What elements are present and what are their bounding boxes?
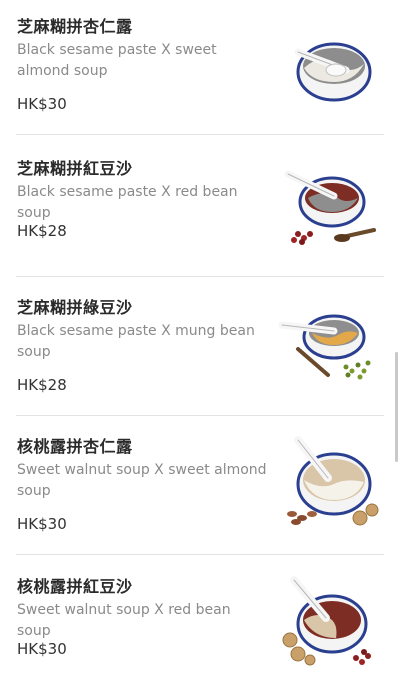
item-price: HK$30 [17, 515, 67, 533]
sesame-mung-bean-soup-icon [278, 314, 371, 380]
sesame-red-bean-soup-icon [284, 170, 376, 245]
menu-item-sesame-red-bean[interactable]: 芝麻糊拼紅豆沙 Black sesame paste X red bean so… [0, 138, 400, 277]
item-title: 核桃露拼杏仁露 [17, 437, 133, 456]
walnut-almond-soup-icon [287, 436, 379, 526]
item-description: Black sesame paste X sweet almond soup [17, 42, 217, 79]
item-title: 芝麻糊拼紅豆沙 [17, 159, 133, 178]
item-description: Black sesame paste X mung bean soup [17, 323, 255, 360]
item-price: HK$30 [17, 640, 67, 658]
sesame-almond-soup-icon [294, 42, 372, 102]
walnut-red-bean-soup-icon [282, 576, 371, 666]
item-title: 核桃露拼紅豆沙 [17, 577, 133, 596]
menu-item-sesame-mung-bean[interactable]: 芝麻糊拼綠豆沙 Black sesame paste X mung bean s… [0, 277, 400, 416]
scrollbar[interactable] [395, 352, 398, 462]
menu-item-walnut-almond[interactable]: 核桃露拼杏仁露 Sweet walnut soup X sweet almond… [0, 416, 400, 555]
divider [16, 554, 384, 555]
menu-item-sesame-almond[interactable]: 芝麻糊拼杏仁露 Black sesame paste X sweet almon… [0, 0, 400, 135]
item-description: Sweet walnut soup X red bean soup [17, 602, 231, 639]
item-title: 芝麻糊拼綠豆沙 [17, 298, 133, 317]
menu-item-walnut-red-bean[interactable]: 核桃露拼紅豆沙 Sweet walnut soup X red bean sou… [0, 556, 400, 695]
divider [16, 134, 384, 135]
item-description: Black sesame paste X red bean soup [17, 184, 238, 221]
item-description: Sweet walnut soup X sweet almond soup [17, 462, 267, 499]
item-price: HK$28 [17, 376, 67, 394]
item-price: HK$30 [17, 95, 67, 113]
item-price: HK$28 [17, 222, 67, 240]
item-title: 芝麻糊拼杏仁露 [17, 17, 133, 36]
